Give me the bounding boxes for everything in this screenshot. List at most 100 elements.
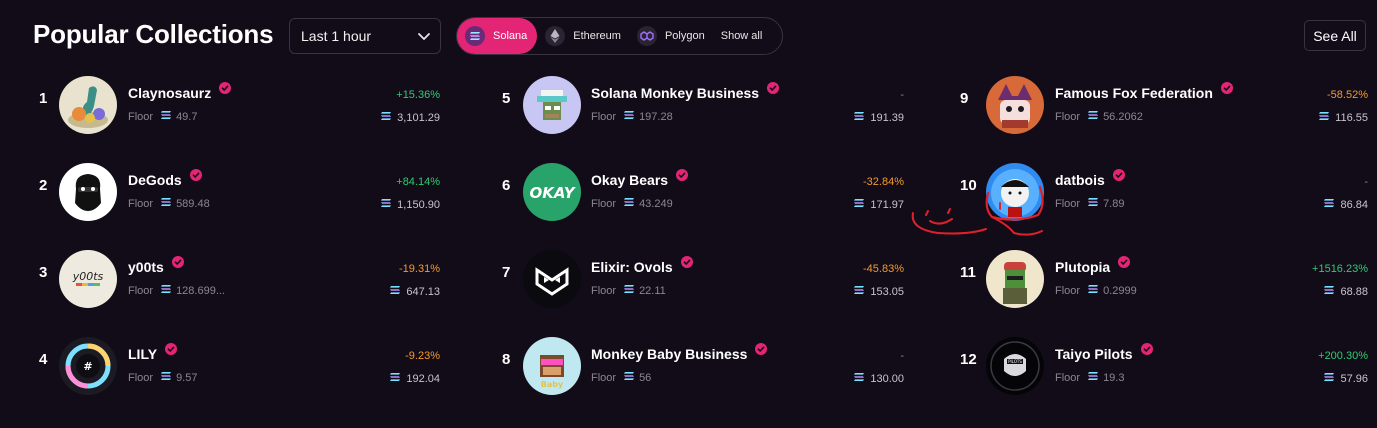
price-change: -45.83% [863,263,904,275]
volume-value: 153.05 [870,285,904,298]
volume: 1,150.90 [320,198,440,211]
solana-icon [853,372,865,385]
collection-name-text: Solana Monkey Business [591,85,760,101]
floor-value: 7.89 [1103,197,1125,210]
floor-price: Floor 56 [591,371,651,384]
collection-name[interactable]: LILY [128,343,178,362]
collection-name[interactable]: Plutopia [1055,256,1131,275]
collection-row[interactable]: 12 PILOTS Taiyo Pilots Floor 19.3 +200.30% 57.… [926,331,1377,418]
solana-icon [853,285,865,298]
collection-row[interactable]: 4 # LILY Floor 9.57 -9.23% 192.04 [0,331,460,418]
collection-row[interactable]: 1 Claynosaurz Floor 49.7 +15.36% 3,101.29 [0,70,460,157]
taiyo-avatar[interactable]: PILOTS [986,337,1044,395]
floor-price: Floor 128.699... [128,284,225,297]
header: Popular Collections Last 1 hour Solana E… [0,0,1377,70]
floor-value: 49.7 [176,110,198,123]
lily-avatar[interactable]: # [59,337,117,395]
okay-bears-avatar[interactable]: OKAY [523,163,581,221]
solana-icon [853,111,865,124]
chain-tab-solana[interactable]: Solana [457,18,538,54]
floor-label: Floor [128,371,154,384]
fox-avatar[interactable] [986,76,1044,134]
floor-value: 22.11 [639,284,666,297]
verified-badge-icon [165,342,178,358]
chain-tab-polygon[interactable]: Polygon [629,18,713,54]
volume-value: 647.13 [406,285,440,298]
chain-tab-label: Show all [720,30,763,42]
volume-value: 3,101.29 [397,111,440,124]
collection-name[interactable]: Okay Bears [591,169,689,188]
volume: 116.55 [1248,111,1368,124]
floor-value: 128.699... [176,284,225,297]
collection-row[interactable]: 2 DeGods Floor 589.48 +84.14% 1,150.90 [0,157,460,244]
volume: 68.88 [1248,285,1368,298]
time-range-select[interactable]: Last 1 hour [289,18,441,54]
floor-price: Floor 589.48 [128,197,210,210]
floor-value: 0.2999 [1103,284,1137,297]
collection-name[interactable]: Famous Fox Federation [1055,82,1233,101]
floor-price: Floor 56.2062 [1055,110,1143,123]
chain-tab-show-all[interactable]: Show all [713,18,771,54]
verified-badge-icon [219,81,232,97]
verified-badge-icon [1220,81,1233,97]
volume: 3,101.29 [320,111,440,124]
collection-row[interactable]: 10 datbois Floor 7.89 - 86.84 [926,157,1377,244]
collection-row[interactable]: 3 y00ts y00ts Floor 128.699... -19.31% 647.13 [0,244,460,331]
floor-label: Floor [591,110,617,123]
collection-name[interactable]: Monkey Baby Business [591,343,768,362]
collection-row[interactable]: 5 Solana Monkey Business Floor 197.28-191.3… [462,70,922,157]
claynosaurz-avatar[interactable] [59,76,117,134]
chain-filter: Solana Ethereum Polygon Show all [456,17,783,55]
collection-row[interactable]: 6 OKAY Okay Bears Floor 43.249 -32.84% 171.97 [462,157,922,244]
floor-price: Floor 49.7 [128,110,197,123]
collection-name-text: y00ts [128,259,164,275]
ovols-avatar[interactable] [523,250,581,308]
price-change: -58.52% [1327,89,1368,101]
collection-name[interactable]: DeGods [128,169,202,188]
floor-label: Floor [1055,197,1081,210]
solana-icon [623,371,635,384]
price-change: +15.36% [396,89,440,101]
solana-icon [623,284,635,297]
collection-name-text: Claynosaurz [128,85,212,101]
see-all-button[interactable]: See All [1304,20,1366,51]
volume-value: 68.88 [1340,285,1368,298]
volume: 647.13 [320,285,440,298]
collection-name[interactable]: Solana Monkey Business [591,82,780,101]
degods-avatar[interactable] [59,163,117,221]
collection-row[interactable]: 8 Baby Monkey Baby Business Floor 56-130.00 [462,331,922,418]
solana-icon [160,197,172,210]
verified-badge-icon [1140,342,1153,358]
collection-row[interactable]: 9 Famous Fox Federation Floor 56.2062 -58.52… [926,70,1377,157]
plutopia-avatar[interactable] [986,250,1044,308]
y00ts-avatar[interactable]: y00ts [59,250,117,308]
time-range-value: Last 1 hour [301,28,372,44]
chain-tab-label: Polygon [664,30,705,42]
collection-name[interactable]: datbois [1055,169,1125,188]
solana-icon [389,285,401,298]
floor-price: Floor 19.3 [1055,371,1124,384]
floor-label: Floor [591,197,617,210]
floor-value: 9.57 [176,371,198,384]
collection-name[interactable]: Elixir: Ovols [591,256,693,275]
collection-name[interactable]: Claynosaurz [128,82,232,101]
datbois-avatar[interactable] [986,163,1044,221]
collection-name[interactable]: Taiyo Pilots [1055,343,1153,362]
collection-row[interactable]: 7 Elixir: Ovols Floor 22.11 -45.83% 153.05 [462,244,922,331]
chain-tab-ethereum[interactable]: Ethereum [537,18,629,54]
verified-badge-icon [189,168,202,184]
floor-label: Floor [128,197,154,210]
collection-row[interactable]: 11 Plutopia Floor 0.2999 +1516.23% 68.88 [926,244,1377,331]
collection-name-text: LILY [128,346,158,362]
floor-price: Floor 43.249 [591,197,673,210]
solana-icon [160,284,172,297]
mbb-avatar[interactable]: Baby [523,337,581,395]
smb-avatar[interactable] [523,76,581,134]
collection-name[interactable]: y00ts [128,256,184,275]
collection-rank: 12 [960,351,977,368]
volume: 153.05 [784,285,904,298]
floor-value: 19.3 [1103,371,1125,384]
collection-name-text: Elixir: Ovols [591,259,673,275]
volume: 130.00 [784,372,904,385]
price-change: -9.23% [405,350,440,362]
